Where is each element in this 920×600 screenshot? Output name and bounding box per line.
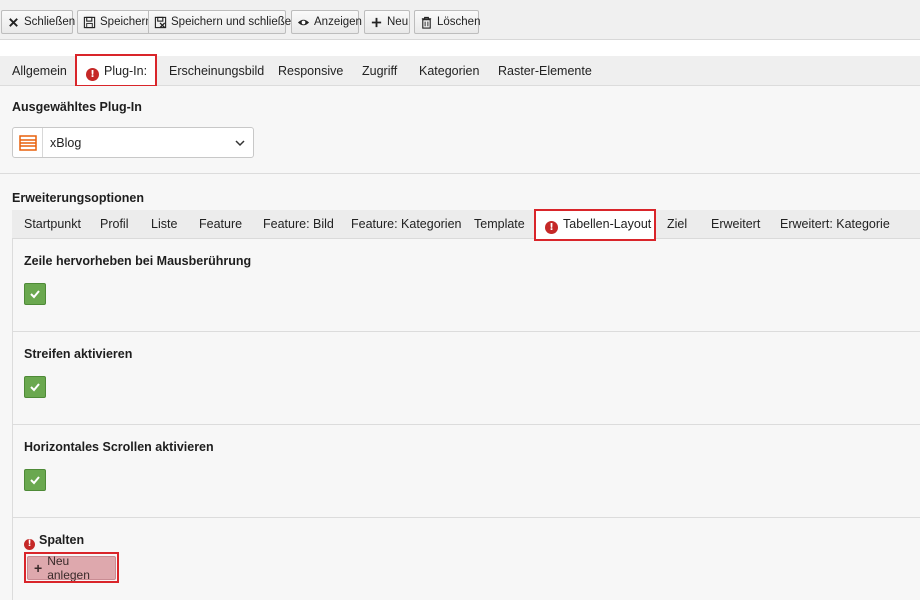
checkmark-icon (30, 476, 40, 485)
eye-icon (297, 19, 310, 25)
hover-highlight-label: Zeile hervorheben bei Mausberührung (24, 254, 252, 268)
inner-tab-bar: Startpunkt Profil Liste Feature Feature:… (12, 210, 920, 239)
stripes-checkbox[interactable] (24, 376, 46, 398)
close-icon (9, 17, 18, 27)
divider (13, 517, 920, 518)
divider (0, 173, 920, 174)
view-label: Anzeigen (314, 16, 362, 28)
save-close-icon (154, 16, 167, 28)
tab-erweitert[interactable]: Erweitert (711, 210, 760, 239)
tab-feature-kategorien[interactable]: Feature: Kategorien (351, 210, 462, 239)
tab-erscheinungsbild[interactable]: Erscheinungsbild (169, 56, 264, 86)
delete-label: Löschen (437, 16, 481, 28)
save-icon (83, 16, 96, 28)
plus-icon (371, 17, 382, 27)
tab-erweitert-kategorie[interactable]: Erweitert: Kategorie (780, 210, 890, 239)
extension-options-label: Erweiterungsoptionen (12, 191, 144, 205)
trash-icon (421, 16, 432, 29)
plugin-select-value: xBlog (50, 136, 82, 150)
tab-allgemein[interactable]: Allgemein (12, 56, 67, 86)
tab-ziel[interactable]: Ziel (667, 210, 687, 239)
chevron-down-icon (235, 140, 245, 147)
plugin-type-icon (13, 128, 43, 157)
columns-label: ! Spalten (24, 533, 84, 550)
tab-feature[interactable]: Feature (199, 210, 242, 239)
close-button[interactable]: Schließen (1, 10, 76, 34)
divider (13, 424, 920, 425)
save-label: Speichern (100, 16, 152, 28)
tab-kategorien[interactable]: Kategorien (419, 56, 479, 86)
tab-responsive[interactable]: Responsive (278, 56, 343, 86)
plugin-select[interactable]: xBlog (12, 127, 254, 158)
new-button[interactable]: Neu (364, 10, 410, 34)
extension-options-container (12, 210, 920, 600)
save-close-label: Speichern und schließen (171, 16, 298, 28)
divider (13, 331, 920, 332)
close-label: Schließen (24, 16, 76, 28)
tab-profil[interactable]: Profil (100, 210, 128, 239)
checkmark-icon (30, 383, 40, 392)
toolbar: Schließen Speichern Speichern und schlie… (0, 0, 920, 40)
horizontal-scroll-checkbox[interactable] (24, 469, 46, 491)
tab-raster-elemente[interactable]: Raster-Elemente (498, 56, 592, 86)
error-highlight-new-column (24, 552, 119, 583)
tab-startpunkt[interactable]: Startpunkt (24, 210, 81, 239)
stripes-label: Streifen aktivieren (24, 347, 133, 361)
new-label: Neu (387, 16, 409, 28)
selected-plugin-label: Ausgewähltes Plug-In (12, 100, 142, 114)
save-button[interactable]: Speichern (77, 10, 152, 34)
tab-template[interactable]: Template (474, 210, 525, 239)
view-button[interactable]: Anzeigen (291, 10, 362, 34)
hover-highlight-checkbox[interactable] (24, 283, 46, 305)
checkmark-icon (30, 290, 40, 299)
error-highlight-tabellen-layout-tab (534, 209, 656, 241)
error-highlight-plugin-tab (75, 54, 157, 87)
tab-liste[interactable]: Liste (151, 210, 177, 239)
delete-button[interactable]: Löschen (414, 10, 481, 34)
columns-label-text: Spalten (39, 533, 85, 547)
tab-zugriff[interactable]: Zugriff (362, 56, 397, 86)
horizontal-scroll-label: Horizontales Scrollen aktivieren (24, 440, 214, 454)
error-icon: ! (24, 539, 35, 550)
tab-feature-bild[interactable]: Feature: Bild (263, 210, 334, 239)
save-close-button[interactable]: Speichern und schließen (148, 10, 298, 34)
